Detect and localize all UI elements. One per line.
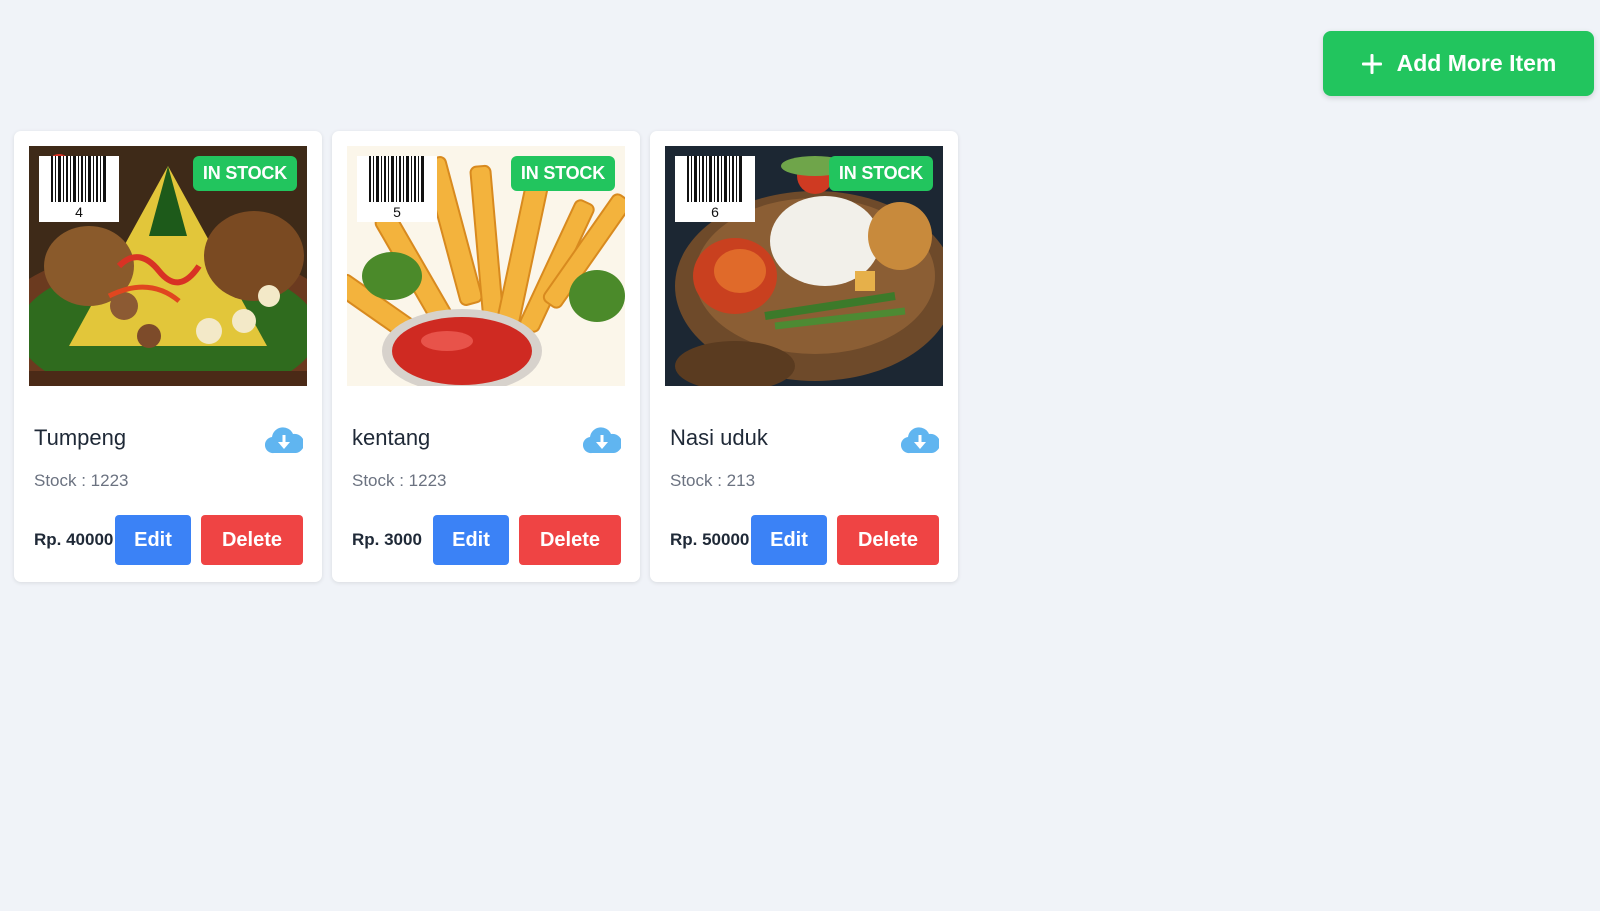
product-image: 5 IN STOCK	[347, 146, 625, 386]
barcode: 4	[39, 156, 119, 222]
product-image: 6 IN STOCK	[665, 146, 943, 386]
cloud-download-icon[interactable]	[265, 425, 303, 455]
barcode-number: 6	[711, 204, 719, 220]
delete-button[interactable]: Delete	[519, 515, 621, 565]
cloud-download-icon[interactable]	[901, 425, 939, 455]
delete-button[interactable]: Delete	[837, 515, 939, 565]
barcode: 5	[357, 156, 437, 222]
price-label: Rp. 40000	[34, 530, 114, 549]
stock-count: Stock : 213	[670, 471, 756, 490]
edit-button[interactable]: Edit	[751, 515, 827, 565]
edit-button[interactable]: Edit	[433, 515, 509, 565]
product-card: 4 IN STOCK Tumpeng Stock : 1223 Rp. 4000…	[14, 131, 322, 582]
product-name: Tumpeng	[34, 425, 127, 450]
stock-count: Stock : 1223	[352, 471, 447, 490]
barcode-number: 4	[75, 204, 83, 220]
product-name: kentang	[352, 425, 431, 450]
stock-status-badge: IN STOCK	[828, 156, 933, 191]
product-card: 6 IN STOCK Nasi uduk Stock : 213 Rp. 500…	[650, 131, 958, 582]
add-more-item-button[interactable]: Add More Item	[1323, 31, 1594, 96]
barcode-bars	[687, 156, 742, 202]
barcode-number: 5	[393, 204, 401, 220]
cloud-download-icon[interactable]	[583, 425, 621, 455]
delete-button[interactable]: Delete	[201, 515, 303, 565]
stock-status-badge: IN STOCK	[510, 156, 615, 191]
add-more-item-label: Add More Item	[1396, 50, 1557, 76]
product-card-list: 4 IN STOCK Tumpeng Stock : 1223 Rp. 4000…	[14, 131, 958, 582]
stock-status-badge: IN STOCK	[192, 156, 297, 191]
stock-count: Stock : 1223	[34, 471, 129, 490]
barcode-bars	[51, 156, 106, 202]
price-label: Rp. 3000	[352, 530, 422, 549]
edit-button[interactable]: Edit	[115, 515, 191, 565]
price-label: Rp. 50000	[670, 530, 750, 549]
plus-icon	[1361, 53, 1382, 74]
product-name: Nasi uduk	[670, 425, 768, 450]
product-card: 5 IN STOCK kentang Stock : 1223 Rp. 3000…	[332, 131, 640, 582]
barcode: 6	[675, 156, 755, 222]
barcode-bars	[369, 156, 424, 202]
product-image: 4 IN STOCK	[29, 146, 307, 386]
